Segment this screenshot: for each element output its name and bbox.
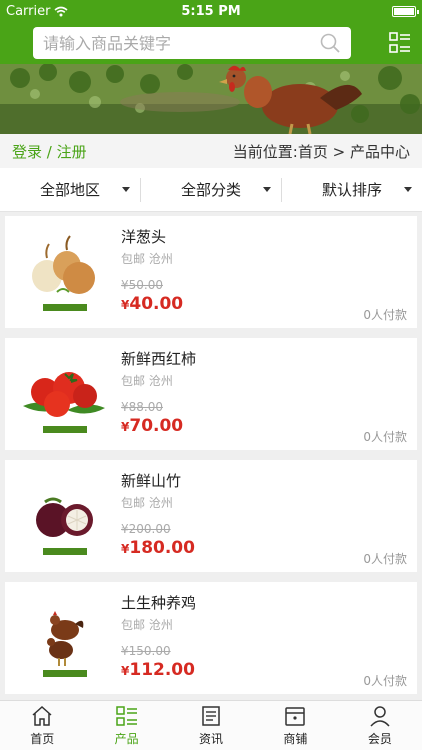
original-price: ¥150.00 — [121, 644, 171, 658]
paid-count: 0人付款 — [363, 430, 407, 444]
tab-shop-label: 商铺 — [283, 732, 308, 746]
product-tags: 包邮 沧州 — [121, 616, 173, 633]
breadcrumb-arrow: > — [327, 142, 350, 161]
breadcrumb: 当前位置:首页 > 产品中心 — [233, 141, 410, 162]
sale-price: ¥40.00 — [121, 294, 183, 314]
search-bar[interactable] — [33, 27, 351, 59]
original-price: ¥200.00 — [121, 522, 171, 536]
register-link[interactable]: 注册 — [57, 143, 87, 161]
product-card[interactable]: 土生种养鸡 包邮 沧州 ¥150.00 ¥112.00 0人付款 — [5, 582, 417, 694]
paid-count: 0人付款 — [363, 674, 407, 688]
filter-category-label: 全部分类 — [180, 181, 241, 199]
battery-icon — [392, 5, 419, 17]
sale-price-value: 112.00 — [129, 660, 195, 680]
sale-price-value: 70.00 — [129, 416, 184, 436]
filter-region-label: 全部地区 — [39, 181, 100, 199]
product-card[interactable]: 新鲜西红柿 包邮 沧州 ¥88.00 ¥70.00 0人付款 — [5, 338, 417, 450]
filter-sort-label: 默认排序 — [321, 181, 382, 199]
product-tags: 包邮 沧州 — [121, 494, 173, 511]
shipping-tag: 包邮 — [121, 618, 146, 632]
product-card[interactable]: 新鲜山竹 包邮 沧州 ¥200.00 ¥180.00 0人付款 — [5, 460, 417, 572]
shop-icon — [285, 707, 306, 726]
original-price: ¥88.00 — [121, 400, 163, 414]
shipping-tag: 包邮 — [121, 496, 146, 510]
mangosteen-image — [36, 497, 93, 555]
caret-down-icon — [122, 186, 130, 192]
chicken-image — [43, 611, 87, 677]
shipping-tag: 包邮 — [121, 374, 146, 388]
account-links: 登录 / 注册 — [12, 141, 87, 162]
filter-bar: 全部地区 全部分类 默认排序 — [0, 168, 422, 212]
news-icon — [202, 706, 220, 726]
filter-region[interactable]: 全部地区 — [0, 178, 140, 202]
paid-count: 0人付款 — [363, 552, 407, 566]
product-city: 沧州 — [148, 618, 173, 632]
product-card[interactable]: 洋葱头 包邮 沧州 ¥50.00 ¥40.00 0人付款 — [5, 216, 417, 328]
onion-image — [32, 235, 95, 311]
top-bar: Carrier 5:15 PM — [0, 0, 422, 64]
home-icon — [32, 705, 52, 726]
search-icon[interactable] — [319, 32, 341, 54]
breadcrumb-current: 产品中心 — [349, 142, 410, 161]
sale-price: ¥112.00 — [121, 660, 195, 680]
status-bar: Carrier 5:15 PM — [0, 0, 422, 22]
product-tags: 包邮 沧州 — [121, 250, 173, 267]
tab-home-label: 首页 — [30, 732, 55, 746]
tab-member[interactable]: 会员 — [338, 701, 422, 750]
tab-member-label: 会员 — [367, 732, 392, 746]
tab-shop[interactable]: 商铺 — [253, 701, 337, 750]
caret-down-icon — [404, 186, 412, 192]
category-menu-icon[interactable] — [389, 32, 411, 54]
product-city: 沧州 — [148, 374, 173, 388]
tab-products[interactable]: 产品 — [84, 701, 168, 750]
product-name[interactable]: 洋葱头 — [121, 226, 166, 247]
grid-list-icon — [115, 706, 137, 726]
status-time: 5:15 PM — [181, 3, 241, 19]
paid-count: 0人付款 — [363, 308, 407, 322]
product-name[interactable]: 新鲜西红柿 — [121, 348, 196, 369]
sale-price-value: 180.00 — [129, 538, 195, 558]
banner-image[interactable] — [0, 64, 422, 134]
sale-price: ¥70.00 — [121, 416, 183, 436]
filter-sort[interactable]: 默认排序 — [281, 177, 422, 202]
tab-news-label: 资讯 — [199, 732, 224, 746]
product-city: 沧州 — [148, 496, 173, 510]
caret-down-icon — [263, 186, 271, 192]
product-name[interactable]: 土生种养鸡 — [121, 592, 196, 613]
shipping-tag: 包邮 — [121, 252, 146, 266]
product-name[interactable]: 新鲜山竹 — [121, 470, 181, 491]
tab-products-label: 产品 — [114, 732, 139, 746]
sale-price: ¥180.00 — [121, 538, 195, 558]
original-price: ¥50.00 — [121, 278, 163, 292]
breadcrumb-prefix: 当前位置: — [232, 142, 298, 161]
breadcrumb-home[interactable]: 首页 — [298, 143, 328, 161]
search-input[interactable] — [43, 33, 319, 53]
bottom-tab-bar: 首页 产品 资讯 商铺 会员 — [0, 700, 422, 750]
tab-home[interactable]: 首页 — [0, 701, 84, 750]
product-tags: 包邮 沧州 — [121, 372, 173, 389]
banner-rooster-illustration — [0, 64, 422, 134]
login-link[interactable]: 登录 — [12, 143, 42, 161]
location-row: 登录 / 注册 当前位置:首页 > 产品中心 — [0, 134, 422, 168]
account-separator: / — [42, 142, 57, 161]
product-city: 沧州 — [148, 252, 173, 266]
user-icon — [370, 706, 390, 727]
tab-news[interactable]: 资讯 — [169, 701, 253, 750]
sale-price-value: 40.00 — [129, 294, 184, 314]
tomato-image — [23, 372, 105, 433]
filter-category[interactable]: 全部分类 — [140, 177, 281, 202]
